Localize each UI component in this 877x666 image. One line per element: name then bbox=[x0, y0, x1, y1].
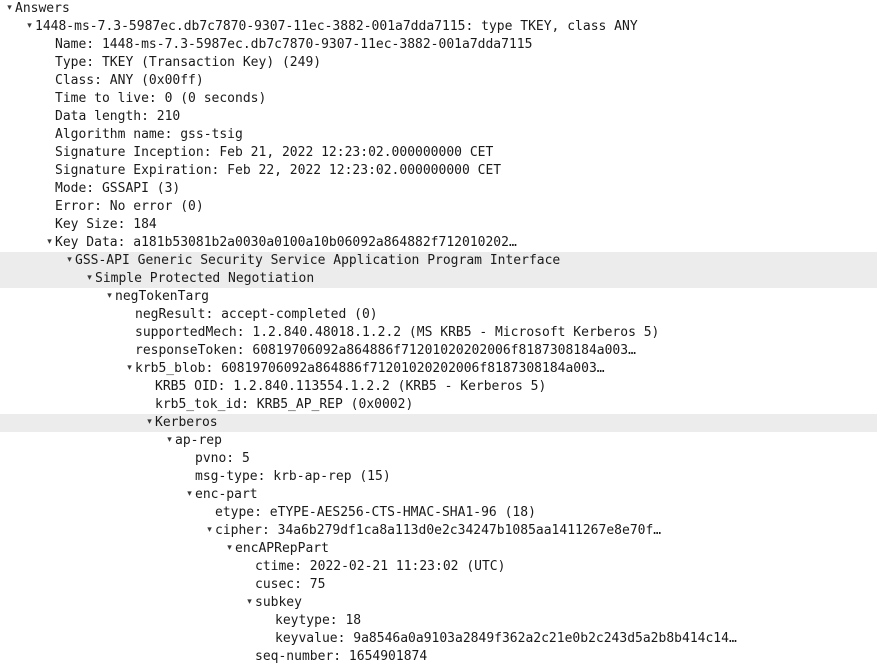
tree-row[interactable]: cusec: 75 bbox=[0, 576, 877, 594]
chevron-down-icon[interactable]: ▾ bbox=[204, 521, 215, 539]
chevron-down-icon[interactable]: ▾ bbox=[84, 269, 95, 287]
tree-row-label: Kerberos bbox=[155, 415, 218, 430]
tree-row[interactable]: ▾ Kerberos bbox=[0, 414, 877, 432]
row-highlight bbox=[158, 414, 877, 432]
tree-row[interactable]: Key Size: 184 bbox=[0, 216, 877, 234]
tree-row[interactable]: Signature Expiration: Feb 22, 2022 12:23… bbox=[0, 162, 877, 180]
tree-row-label: Signature Inception: Feb 21, 2022 12:23:… bbox=[55, 145, 494, 160]
tree-row-label: pvno: 5 bbox=[195, 451, 250, 466]
tree-row-label: cipher: 34a6b279df1ca8a113d0e2c34247b108… bbox=[215, 523, 662, 538]
tree-row-label: Algorithm name: gss-tsig bbox=[55, 127, 243, 142]
tree-row-label: krb5_blob: 60819706092a864886f7120102020… bbox=[135, 361, 605, 376]
tree-row[interactable]: ▾ Answers bbox=[0, 0, 877, 18]
tree-row-label: Data length: 210 bbox=[55, 109, 181, 124]
tree-row[interactable]: krb5_tok_id: KRB5_AP_REP (0x0002) bbox=[0, 396, 877, 414]
chevron-down-icon[interactable]: ▾ bbox=[224, 539, 235, 557]
tree-row[interactable]: ▾ subkey bbox=[0, 594, 877, 612]
tree-row[interactable]: ▾ cipher: 34a6b279df1ca8a113d0e2c34247b10… bbox=[0, 522, 877, 540]
tree-row-label: cusec: 75 bbox=[255, 577, 326, 592]
tree-row[interactable]: Signature Inception: Feb 21, 2022 12:23:… bbox=[0, 144, 877, 162]
tree-row-label: subkey bbox=[255, 595, 302, 610]
tree-row[interactable]: ▾ Simple Protected Negotiation bbox=[0, 270, 877, 288]
tree-row-label: responseToken: 60819706092a864886f712010… bbox=[135, 343, 636, 358]
tree-row[interactable]: responseToken: 60819706092a864886f712010… bbox=[0, 342, 877, 360]
tree-row[interactable]: pvno: 5 bbox=[0, 450, 877, 468]
tree-row-label: etype: eTYPE-AES256-CTS-HMAC-SHA1-96 (18… bbox=[215, 505, 536, 520]
tree-row[interactable]: Time to live: 0 (0 seconds) bbox=[0, 90, 877, 108]
tree-row-label: Key Data: a181b53081b2a0030a0100a10b0609… bbox=[55, 235, 517, 250]
tree-row[interactable]: Error: No error (0) bbox=[0, 198, 877, 216]
tree-row[interactable]: ▾ enc-part bbox=[0, 486, 877, 504]
tree-row[interactable]: ▾ encAPRepPart bbox=[0, 540, 877, 558]
packet-details-tree[interactable]: ▾ Answers ▾ 1448-ms-7.3-5987ec.db7c7870-930… bbox=[0, 0, 877, 666]
tree-row-label: negTokenTarg bbox=[115, 289, 209, 304]
tree-row-label: ap-rep bbox=[175, 433, 222, 448]
tree-row[interactable]: ▾ krb5_blob: 60819706092a864886f712010202… bbox=[0, 360, 877, 378]
tree-row-label: 1448-ms-7.3-5987ec.db7c7870-9307-11ec-38… bbox=[35, 19, 638, 34]
tree-row[interactable]: keyvalue: 9a8546a0a9103a2849f362a2c21e0b… bbox=[0, 630, 877, 648]
chevron-down-icon[interactable]: ▾ bbox=[144, 413, 155, 431]
tree-row[interactable]: ▾ Key Data: a181b53081b2a0030a0100a10b060… bbox=[0, 234, 877, 252]
tree-row-label: Mode: GSSAPI (3) bbox=[55, 181, 181, 196]
tree-row[interactable]: ctime: 2022-02-21 11:23:02 (UTC) bbox=[0, 558, 877, 576]
tree-row[interactable]: etype: eTYPE-AES256-CTS-HMAC-SHA1-96 (18… bbox=[0, 504, 877, 522]
tree-row[interactable]: Type: TKEY (Transaction Key) (249) bbox=[0, 54, 877, 72]
tree-row-label: seq-number: 1654901874 bbox=[255, 649, 428, 664]
tree-row[interactable]: ▾ 1448-ms-7.3-5987ec.db7c7870-9307-11ec-3… bbox=[0, 18, 877, 36]
tree-row[interactable]: Name: 1448-ms-7.3-5987ec.db7c7870-9307-1… bbox=[0, 36, 877, 54]
tree-row-label: krb5_tok_id: KRB5_AP_REP (0x0002) bbox=[155, 397, 414, 412]
tree-row-label: Key Size: 184 bbox=[55, 217, 157, 232]
chevron-down-icon[interactable]: ▾ bbox=[124, 359, 135, 377]
chevron-down-icon[interactable]: ▾ bbox=[4, 0, 15, 17]
tree-row-label: keyvalue: 9a8546a0a9103a2849f362a2c21e0b… bbox=[275, 631, 737, 646]
tree-row-label: Simple Protected Negotiation bbox=[95, 271, 315, 286]
tree-row-label: negResult: accept-completed (0) bbox=[135, 307, 378, 322]
tree-row-label: Class: ANY (0x00ff) bbox=[55, 73, 204, 88]
tree-row-label: GSS-API Generic Security Service Applica… bbox=[75, 253, 561, 268]
tree-row-label: Error: No error (0) bbox=[55, 199, 204, 214]
tree-row[interactable]: Algorithm name: gss-tsig bbox=[0, 126, 877, 144]
chevron-down-icon[interactable]: ▾ bbox=[164, 431, 175, 449]
tree-row-label: KRB5 OID: 1.2.840.113554.1.2.2 (KRB5 - K… bbox=[155, 379, 547, 394]
tree-row-label: enc-part bbox=[195, 487, 258, 502]
tree-row[interactable]: ▾ GSS-API Generic Security Service Applic… bbox=[0, 252, 877, 270]
chevron-down-icon[interactable]: ▾ bbox=[24, 17, 35, 35]
chevron-down-icon[interactable]: ▾ bbox=[244, 593, 255, 611]
chevron-down-icon[interactable]: ▾ bbox=[184, 485, 195, 503]
tree-row[interactable]: KRB5 OID: 1.2.840.113554.1.2.2 (KRB5 - K… bbox=[0, 378, 877, 396]
tree-row[interactable]: msg-type: krb-ap-rep (15) bbox=[0, 468, 877, 486]
tree-row-label: encAPRepPart bbox=[235, 541, 329, 556]
tree-row-label: Name: 1448-ms-7.3-5987ec.db7c7870-9307-1… bbox=[55, 37, 533, 52]
tree-row[interactable]: negResult: accept-completed (0) bbox=[0, 306, 877, 324]
tree-row-label: Signature Expiration: Feb 22, 2022 12:23… bbox=[55, 163, 502, 178]
tree-row-label: msg-type: krb-ap-rep (15) bbox=[195, 469, 391, 484]
chevron-down-icon[interactable]: ▾ bbox=[64, 251, 75, 269]
tree-row-label: supportedMech: 1.2.840.48018.1.2.2 (MS K… bbox=[135, 325, 660, 340]
chevron-down-icon[interactable]: ▾ bbox=[104, 287, 115, 305]
tree-row-label: Time to live: 0 (0 seconds) bbox=[55, 91, 267, 106]
tree-row[interactable]: Mode: GSSAPI (3) bbox=[0, 180, 877, 198]
tree-row-label: ctime: 2022-02-21 11:23:02 (UTC) bbox=[255, 559, 506, 574]
tree-row[interactable]: Class: ANY (0x00ff) bbox=[0, 72, 877, 90]
chevron-down-icon[interactable]: ▾ bbox=[44, 233, 55, 251]
tree-row[interactable]: Data length: 210 bbox=[0, 108, 877, 126]
tree-row[interactable]: keytype: 18 bbox=[0, 612, 877, 630]
tree-row[interactable]: supportedMech: 1.2.840.48018.1.2.2 (MS K… bbox=[0, 324, 877, 342]
tree-row-label: keytype: 18 bbox=[275, 613, 362, 628]
tree-row[interactable]: ▾ ap-rep bbox=[0, 432, 877, 450]
tree-row-label: Answers bbox=[15, 1, 70, 16]
tree-row[interactable]: seq-number: 1654901874 bbox=[0, 648, 877, 666]
tree-row-label: Type: TKEY (Transaction Key) (249) bbox=[55, 55, 322, 70]
tree-row[interactable]: ▾ negTokenTarg bbox=[0, 288, 877, 306]
